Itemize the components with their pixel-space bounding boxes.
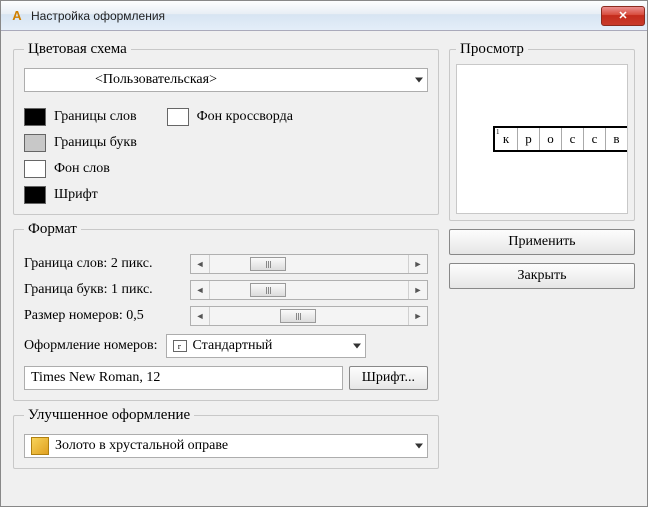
- left-column: Цветовая схема <Пользовательская> Границ…: [13, 41, 439, 494]
- word-border-slider[interactable]: ◄ ►: [190, 254, 428, 274]
- number-style-label: Оформление номеров:: [24, 338, 158, 354]
- close-icon: ✕: [618, 9, 627, 22]
- number-style-dropdown[interactable]: г Стандартный: [166, 334, 366, 358]
- window-title: Настройка оформления: [31, 9, 601, 23]
- number-style-value: Стандартный: [193, 338, 273, 354]
- chevron-down-icon: [415, 78, 423, 83]
- font-color-label: Шрифт: [54, 187, 98, 203]
- arrow-left-icon: ◄: [191, 255, 209, 273]
- font-display: Times New Roman, 12: [24, 366, 343, 390]
- color-scheme-group: Цветовая схема <Пользовательская> Границ…: [13, 41, 439, 215]
- arrow-right-icon: ►: [409, 307, 427, 325]
- preview-cell: р: [517, 128, 539, 150]
- window-close-button[interactable]: ✕: [601, 6, 645, 26]
- preview-legend: Просмотр: [456, 41, 528, 58]
- color-scheme-legend: Цветовая схема: [24, 41, 131, 58]
- chevron-down-icon: [415, 444, 423, 449]
- letter-border-slider-label: Граница букв: 1 пикс.: [24, 282, 184, 298]
- preview-canvas: 1к р о с с в: [456, 64, 628, 214]
- font-swatch[interactable]: [24, 186, 46, 204]
- right-column: Просмотр 1к р о с с в Применить Закрыть: [449, 41, 635, 494]
- gold-theme-icon: [31, 437, 49, 455]
- letter-borders-label: Границы букв: [54, 135, 137, 151]
- format-legend: Формат: [24, 221, 81, 238]
- word-borders-swatch[interactable]: [24, 108, 46, 126]
- slider-thumb[interactable]: [250, 257, 286, 271]
- number-size-slider-label: Размер номеров: 0,5: [24, 308, 184, 324]
- slider-thumb[interactable]: [280, 309, 316, 323]
- preview-cell: в: [605, 128, 627, 150]
- number-size-slider[interactable]: ◄ ►: [190, 306, 428, 326]
- slider-track: [209, 307, 409, 325]
- enhanced-dropdown[interactable]: Золото в хрустальной оправе: [24, 434, 428, 458]
- crossword-bg-swatch[interactable]: [167, 108, 189, 126]
- slider-track: [209, 255, 409, 273]
- letter-borders-swatch[interactable]: [24, 134, 46, 152]
- enhanced-group: Улучшенное оформление Золото в хрустальн…: [13, 407, 439, 469]
- word-bg-label: Фон слов: [54, 161, 110, 177]
- letter-border-slider[interactable]: ◄ ►: [190, 280, 428, 300]
- app-icon: A: [9, 8, 25, 24]
- apply-button[interactable]: Применить: [449, 229, 635, 255]
- preview-cell: с: [583, 128, 605, 150]
- word-borders-label: Границы слов: [54, 109, 137, 125]
- preview-cell: с: [561, 128, 583, 150]
- content-area: Цветовая схема <Пользовательская> Границ…: [1, 31, 647, 506]
- slider-thumb[interactable]: [250, 283, 286, 297]
- preview-cell: о: [539, 128, 561, 150]
- word-bg-swatch[interactable]: [24, 160, 46, 178]
- slider-track: [209, 281, 409, 299]
- close-button[interactable]: Закрыть: [449, 263, 635, 289]
- crossword-preview: 1к р о с с в: [493, 126, 628, 152]
- arrow-right-icon: ►: [409, 255, 427, 273]
- arrow-left-icon: ◄: [191, 307, 209, 325]
- enhanced-legend: Улучшенное оформление: [24, 407, 194, 424]
- crossword-bg-label: Фон кроссворда: [197, 109, 293, 125]
- word-border-slider-label: Граница слов: 2 пикс.: [24, 256, 184, 272]
- dialog-window: A Настройка оформления ✕ Цветовая схема …: [0, 0, 648, 507]
- preview-cell: 1к: [495, 128, 517, 150]
- color-scheme-dropdown[interactable]: <Пользовательская>: [24, 68, 428, 92]
- arrow-right-icon: ►: [409, 281, 427, 299]
- format-group: Формат Граница слов: 2 пикс. ◄ ► Граница…: [13, 221, 439, 401]
- arrow-left-icon: ◄: [191, 281, 209, 299]
- color-scheme-value: <Пользовательская>: [95, 72, 217, 88]
- font-button[interactable]: Шрифт...: [349, 366, 428, 390]
- number-style-icon: г: [173, 340, 187, 352]
- titlebar: A Настройка оформления ✕: [1, 1, 647, 31]
- enhanced-value: Золото в хрустальной оправе: [55, 438, 228, 454]
- chevron-down-icon: [353, 344, 361, 349]
- preview-group: Просмотр 1к р о с с в: [449, 41, 635, 221]
